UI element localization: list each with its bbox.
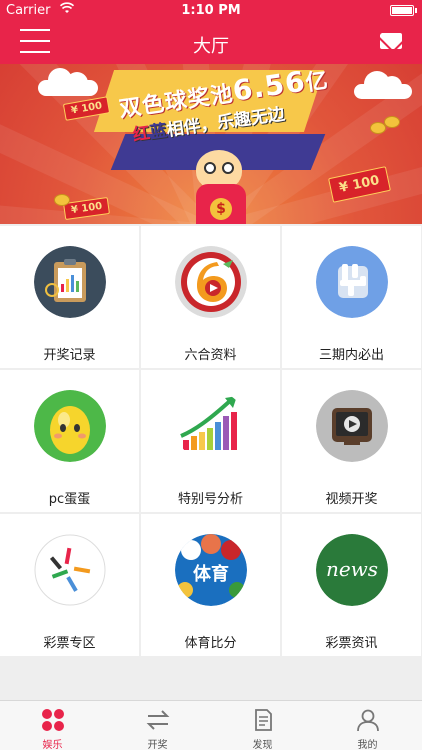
clipboard-chart-icon (34, 246, 106, 318)
grid-item-must-appear[interactable]: 三期内必出 (282, 226, 421, 368)
four-dots-icon (42, 709, 64, 731)
top-navigation-bar: Carrier 1:10 PM 大厅 (0, 0, 422, 64)
tab-draw[interactable]: 开奖 (105, 701, 210, 750)
video-play-icon (316, 390, 388, 462)
document-icon (255, 709, 272, 731)
grid-item-liuhe-data[interactable]: 六合资料 (141, 226, 280, 368)
grid-item-label: 六合资料 (184, 348, 237, 363)
user-icon (357, 709, 379, 732)
tab-label: 开奖 (147, 740, 168, 750)
grid-item-draw-records[interactable]: 开奖记录 (0, 226, 139, 368)
grid-item-label: 彩票资讯 (325, 636, 378, 651)
grid-item-lottery-zone[interactable]: 彩票专区 (0, 514, 139, 656)
grid-item-label: 视频开奖 (325, 492, 378, 507)
clock: 1:10 PM (181, 3, 241, 18)
cloud-icon (38, 68, 98, 96)
puzzle-block-icon (316, 246, 388, 318)
tab-discover[interactable]: 发现 (210, 701, 315, 750)
svg-text:news: news (326, 557, 378, 581)
tab-label: 我的 (357, 740, 378, 750)
grid-item-label: 三期内必出 (318, 348, 384, 363)
grid-item-lottery-news[interactable]: news 彩票资讯 (282, 514, 421, 656)
news-icon: news (316, 534, 388, 606)
battery-tip (415, 8, 417, 13)
cloud-icon (354, 71, 412, 99)
battery-icon (390, 5, 414, 16)
yellow-egg-icon (34, 390, 106, 462)
mail-icon[interactable] (380, 33, 402, 49)
grid-item-label: 开奖记录 (43, 348, 96, 363)
grid-item-label: 体育比分 (184, 636, 237, 651)
tab-label: 娱乐 (42, 740, 63, 750)
grid-item-pc-egg[interactable]: pc蛋蛋 (0, 370, 139, 512)
promo-banner[interactable]: 双色球奖池6.56亿 红蓝相伴，乐趣无边 ¥ 100 ¥ 100 ¥ 100 $ (0, 64, 422, 224)
tab-label: 发现 (252, 740, 273, 750)
coin-icon (384, 116, 400, 128)
page-title: 大厅 (193, 36, 229, 57)
coin-icon (54, 194, 70, 206)
grid-item-label: 特别号分析 (177, 492, 243, 507)
grid-item-video-draw[interactable]: 视频开奖 (282, 370, 421, 512)
colorful-star-icon (34, 534, 106, 606)
grid-item-label: pc蛋蛋 (48, 492, 91, 507)
grid-item-label: 彩票专区 (43, 636, 96, 651)
lottery-ball-six-icon (175, 246, 247, 318)
swap-arrows-icon (146, 710, 170, 730)
svg-text:体育: 体育 (193, 563, 229, 585)
tab-mine[interactable]: 我的 (315, 701, 420, 750)
tab-entertainment[interactable]: 娱乐 (0, 701, 105, 750)
grid-item-sports-score[interactable]: 体育 体育比分 (141, 514, 280, 656)
mascot-dollar-badge: $ (210, 198, 232, 220)
bottom-tab-bar: 娱乐 开奖 发现 我的 (0, 700, 422, 750)
bar-chart-trend-icon (175, 390, 247, 462)
sports-balls-icon: 体育 (175, 534, 247, 606)
grid-item-special-number[interactable]: 特别号分析 (141, 370, 280, 512)
feature-grid: 开奖记录 六合资料 三期内必出 pc蛋蛋 特别号分析 视频开奖 彩票专区 体育 … (0, 226, 422, 658)
status-bar: Carrier 1:10 PM (0, 0, 422, 20)
